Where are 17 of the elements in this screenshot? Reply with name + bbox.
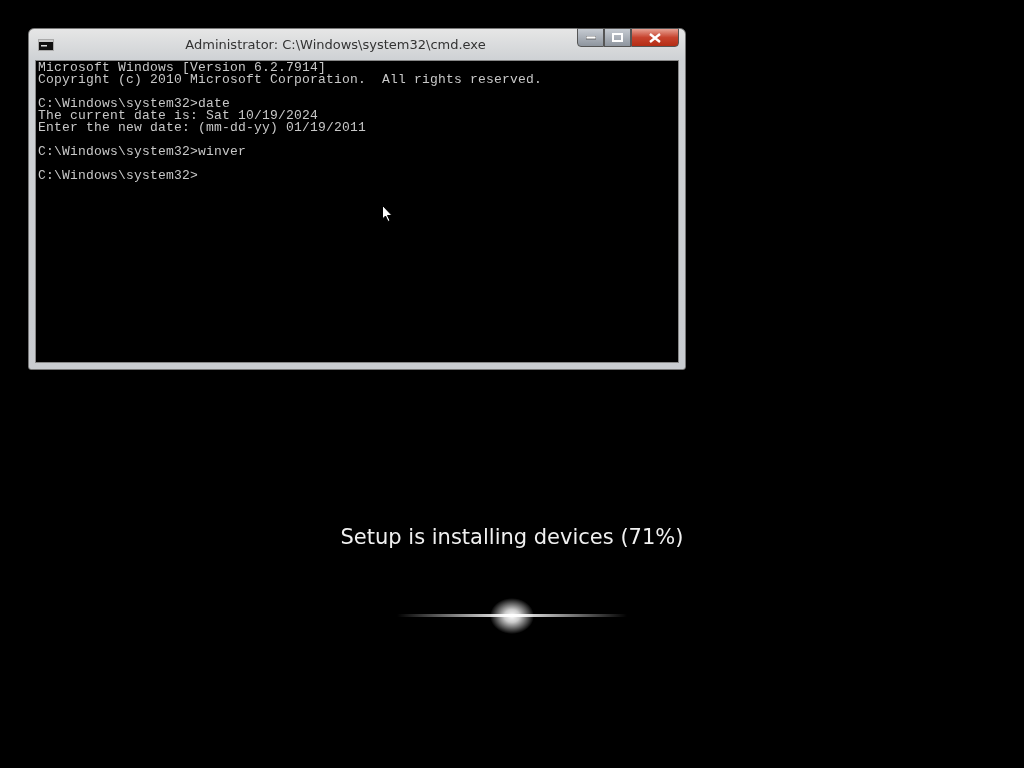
minimize-icon	[585, 35, 596, 40]
setup-status: Setup is installing devices (71%)	[340, 525, 684, 549]
console-line: C:\Windows\system32>date	[38, 98, 232, 110]
maximize-button[interactable]	[604, 28, 631, 47]
console-line: Copyright (c) 2010 Microsoft Corporation. All rights reserved.	[38, 74, 544, 86]
minimize-button[interactable]	[577, 28, 604, 47]
console-line: The current date is: Sat 10/19/2024	[38, 110, 319, 122]
close-icon	[649, 32, 661, 43]
close-button[interactable]	[631, 28, 679, 47]
console-line: Microsoft Windows [Version 6.2.7914]	[38, 62, 327, 74]
mouse-pointer-icon	[382, 205, 393, 222]
console-line: Enter the new date: (mm-dd-yy) 01/19/2011	[38, 122, 368, 134]
console-line: C:\Windows\system32>winver	[38, 146, 248, 158]
maximize-icon	[612, 33, 623, 42]
console-line: C:\Windows\system32>	[38, 170, 200, 182]
console-icon	[38, 38, 54, 51]
window-title: Administrator: C:\Windows\system32\cmd.exe	[184, 37, 487, 52]
